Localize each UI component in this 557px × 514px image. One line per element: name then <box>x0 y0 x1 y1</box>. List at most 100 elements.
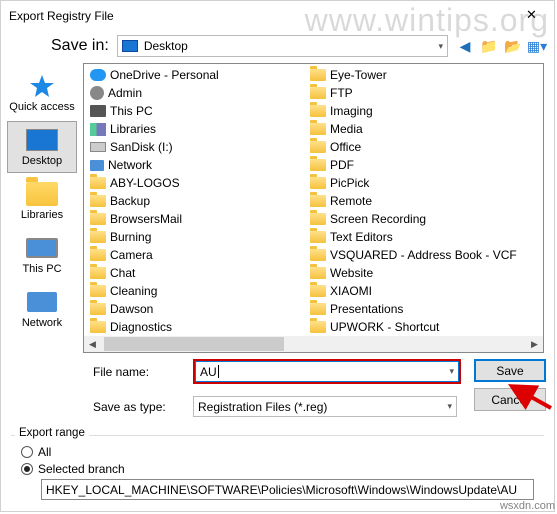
radio-all[interactable] <box>21 446 33 458</box>
place-label: Desktop <box>22 155 62 167</box>
list-item[interactable]: Libraries <box>88 120 298 138</box>
list-item[interactable]: BrowsersMail <box>88 210 298 228</box>
list-item[interactable]: Imaging <box>308 102 518 120</box>
horizontal-scrollbar[interactable]: ◀ ▶ <box>84 336 543 352</box>
list-item-label: Camera <box>110 248 153 262</box>
view-icon: ▦▾ <box>527 38 547 55</box>
list-item-label: Backup <box>110 194 150 208</box>
place-quick-access[interactable]: Quick access <box>7 67 77 119</box>
list-item[interactable]: Eye-Tower <box>308 66 518 84</box>
list-item[interactable]: Backup <box>88 192 298 210</box>
list-item[interactable]: OneDrive - Personal <box>88 66 298 84</box>
cancel-button[interactable]: Cancel <box>474 388 546 411</box>
list-item-label: Libraries <box>110 122 156 136</box>
list-item[interactable]: Presentations <box>308 300 518 318</box>
list-item[interactable]: ABY-LOGOS <box>88 174 298 192</box>
folder-icon <box>310 69 326 81</box>
list-item[interactable]: Cleaning <box>88 282 298 300</box>
place-label: Quick access <box>9 101 74 113</box>
list-item[interactable]: Admin <box>88 84 298 102</box>
export-range-legend: Export range <box>15 427 89 439</box>
list-item-label: UPWORK - Shortcut <box>330 320 439 334</box>
close-button[interactable]: ✕ <box>509 1 554 29</box>
save-type-value: Registration Files (*.reg) <box>198 400 327 414</box>
list-item-label: BrowsersMail <box>110 212 182 226</box>
back-button[interactable]: ◀ <box>456 37 474 55</box>
net-icon <box>90 160 104 171</box>
list-item[interactable]: SanDisk (I:) <box>88 138 298 156</box>
list-item-label: PDF <box>330 158 354 172</box>
branch-path-input[interactable]: HKEY_LOCAL_MACHINE\SOFTWARE\Policies\Mic… <box>41 479 534 500</box>
folder-up-icon: 📁 <box>480 38 497 55</box>
list-item[interactable]: Dawson <box>88 300 298 318</box>
list-item[interactable]: Media <box>308 120 518 138</box>
list-item[interactable]: PDF <box>308 156 518 174</box>
this-pc-icon <box>26 238 58 258</box>
folder-icon <box>90 249 106 261</box>
save-type-combo[interactable]: Registration Files (*.reg) ▾ <box>193 396 457 417</box>
nav-toolbar: ◀ 📁 📂 ▦▾ <box>456 37 546 55</box>
list-item-label: PicPick <box>330 176 369 190</box>
folder-icon <box>310 285 326 297</box>
place-this-pc[interactable]: This PC <box>7 229 77 281</box>
folder-icon <box>310 267 326 279</box>
scroll-right-icon[interactable]: ▶ <box>526 336 543 352</box>
place-network[interactable]: Network <box>7 283 77 335</box>
list-item[interactable]: FTP <box>308 84 518 102</box>
list-item[interactable]: UPWORK - Shortcut <box>308 318 518 336</box>
list-item-label: FTP <box>330 86 353 100</box>
dialog-title: Export Registry File <box>9 9 114 23</box>
text-caret <box>218 365 219 378</box>
desktop-icon <box>26 129 58 151</box>
up-button[interactable]: 📁 <box>480 37 498 55</box>
list-item[interactable]: Office <box>308 138 518 156</box>
drive-icon <box>90 142 106 152</box>
list-item[interactable]: Screen Recording <box>308 210 518 228</box>
save-in-combo[interactable]: Desktop ▾ <box>117 35 448 57</box>
folder-icon <box>90 285 106 297</box>
place-desktop[interactable]: Desktop <box>7 121 77 173</box>
list-item[interactable]: Text Editors <box>308 228 518 246</box>
scroll-left-icon[interactable]: ◀ <box>84 336 101 352</box>
desktop-icon <box>122 40 138 52</box>
radio-selected-branch[interactable] <box>21 463 33 475</box>
place-label: Network <box>22 317 62 329</box>
place-libraries[interactable]: Libraries <box>7 175 77 227</box>
folder-icon <box>90 195 106 207</box>
view-menu-button[interactable]: ▦▾ <box>528 37 546 55</box>
list-item-label: OneDrive - Personal <box>110 68 219 82</box>
place-label: This PC <box>22 263 61 275</box>
save-type-label: Save as type: <box>93 400 181 414</box>
close-icon: ✕ <box>526 7 537 23</box>
list-item-label: Admin <box>108 86 142 100</box>
save-button[interactable]: Save <box>474 359 546 382</box>
list-item[interactable]: Burning <box>88 228 298 246</box>
list-item[interactable]: Camera <box>88 246 298 264</box>
folder-icon <box>310 213 326 225</box>
list-item-label: VSQUARED - Address Book - VCF <box>330 248 517 262</box>
scroll-thumb[interactable] <box>104 337 284 351</box>
list-item[interactable]: Diagnostics <box>88 318 298 336</box>
list-item[interactable]: VSQUARED - Address Book - VCF <box>308 246 518 264</box>
folder-icon <box>90 267 106 279</box>
filename-label: File name: <box>93 365 181 379</box>
list-item-label: Diagnostics <box>110 320 172 334</box>
list-item-label: This PC <box>110 104 153 118</box>
list-item[interactable]: Website <box>308 264 518 282</box>
chevron-down-icon[interactable]: ▾ <box>449 366 454 377</box>
list-item[interactable]: XIAOMI <box>308 282 518 300</box>
list-item[interactable]: Chat <box>88 264 298 282</box>
libraries-icon <box>26 182 58 206</box>
list-item[interactable]: Remote <box>308 192 518 210</box>
titlebar: Export Registry File ✕ <box>1 1 554 31</box>
branch-path-value: HKEY_LOCAL_MACHINE\SOFTWARE\Policies\Mic… <box>46 483 517 497</box>
list-item[interactable]: This PC <box>88 102 298 120</box>
file-list[interactable]: OneDrive - Personal Admin This PC Libraries… <box>83 63 544 353</box>
new-folder-button[interactable]: 📂 <box>504 37 522 55</box>
list-item[interactable]: PicPick <box>308 174 518 192</box>
filename-input[interactable]: AU ▾ <box>195 361 459 382</box>
list-item[interactable]: Network <box>88 156 298 174</box>
list-item-label: Screen Recording <box>330 212 426 226</box>
new-folder-icon: 📂 <box>504 38 521 55</box>
list-item-label: Remote <box>330 194 372 208</box>
